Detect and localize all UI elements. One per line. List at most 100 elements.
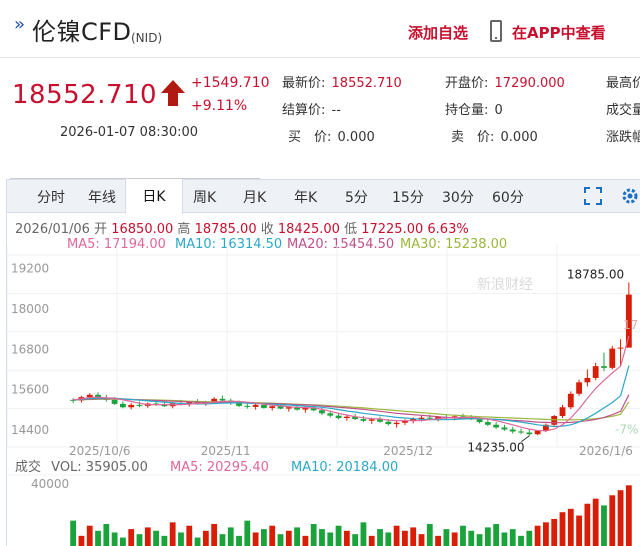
volume-bar [202,530,209,546]
candlestick-chart: 新浪财经 19200 18000 16800 15600 14400 18785.00 142… [7,245,640,546]
volume-bar [393,525,400,546]
volume-bar [584,503,591,546]
volume-bar [219,534,226,546]
volume-bar [335,525,342,546]
field-label: 卖 价: [451,130,495,145]
volume-bar [95,530,101,546]
candle-body [567,393,574,408]
volume-bar [451,532,458,546]
volume-bar [476,534,483,546]
candle-body [343,416,350,419]
open-in-app-button[interactable]: 在APP中查看 [512,22,606,43]
volume-bar [501,532,508,546]
y-tick-label: 14400 [11,423,49,437]
volume-bar [443,529,450,546]
volume-bar [518,535,524,546]
volume-bar [385,532,392,546]
candle-body [120,403,126,408]
quote-datetime: 2026-01-07 08:30:00 [60,125,199,140]
volume-bar [261,529,267,546]
field-value: 0.000 [500,130,538,145]
volume-bar [601,505,607,546]
volume-bar [360,522,367,546]
low-annotation: 14235.00 [467,441,524,455]
volume-bar [227,527,234,546]
field-high: 最高价 [606,72,640,91]
field-label: 买 价: [288,130,332,145]
candle-body [609,348,616,368]
volume-bar [609,495,616,546]
volume-bar [410,527,417,546]
volume-bar [178,532,184,546]
volume-bar [576,515,582,546]
candle-body [335,415,342,419]
candle-body [252,404,259,407]
candle-body [360,419,367,421]
candle-body [509,429,516,432]
candle-body [128,404,135,408]
volume-bar [310,524,317,546]
price-change: +1549.710 [191,75,270,91]
volume-bar [194,537,201,546]
ma5-line [73,335,630,432]
candle-body [393,422,400,425]
volume-bar [468,530,475,546]
volume-bar [484,527,491,546]
candle-body [219,398,226,401]
volume-bar [302,535,309,546]
candle-body [269,406,276,408]
volume-bar [236,535,242,546]
field-label: 持仓量: [445,103,489,118]
candle-body [526,432,533,435]
volume-bar [509,529,516,546]
add-to-watchlist-button[interactable]: 添加自选 [408,22,468,43]
volume-ma10: MA10: 20184.00 [291,460,399,475]
volume-bar [269,525,276,546]
volume-bar [103,524,110,546]
field-last: 最新价: 18552.710 [282,72,402,91]
volume-bar [543,522,549,546]
field-value: 0.000 [337,130,375,145]
field-bid: 买 价: 0.000 [288,126,375,145]
volume-bar [493,524,500,546]
candle-body [534,430,541,435]
candle-body [559,407,566,417]
candle-body [319,410,325,414]
volume-bar [153,530,159,546]
volume-bar [169,522,176,546]
volume-bar [327,532,334,546]
volume-bar [617,490,624,546]
field-open-interest: 持仓量: 0 [445,99,503,118]
volume-bar [78,535,85,546]
ma10-line [73,365,630,428]
volume-bar [277,534,284,546]
field-settle: 结算价: -- [282,99,341,118]
field-label: 最新价: [282,76,326,91]
field-label: 涨跌幅 [606,130,640,145]
volume-bar [86,525,93,546]
field-label: 最高价 [606,76,640,91]
price-change-pct: +9.11% [191,98,248,114]
candle-body [327,413,334,416]
candle-body [261,404,267,408]
field-label: 结算价: [282,103,326,118]
volume-bar [252,532,259,546]
candle-body [584,377,591,383]
candle-body [501,427,508,430]
instrument-code: (NID) [131,31,163,45]
quote-panel: 18552.710 +1549.710 +9.11% 2026-01-07 08… [0,58,640,179]
volume-bar [377,529,383,546]
field-value: 17290.000 [494,76,565,91]
chart-panel: 分时 年线 日K 周K 月K 年K 5分 15分 30分 60分 2026/01… [6,179,640,546]
volume-tick-label: 40000 [31,477,69,491]
volume-bar [435,535,441,546]
volume-bar [402,530,408,546]
candle-body [601,366,607,368]
volume-value: VOL: 35905.00 [51,460,148,475]
high-annotation: 18785.00 [567,267,624,281]
instrument-name: 伦镍CFD [32,18,132,46]
field-volume: 成交量 [606,99,640,118]
candle-body [551,416,558,425]
volume-bar [144,527,151,546]
right-edge-label: 17 [623,318,638,332]
